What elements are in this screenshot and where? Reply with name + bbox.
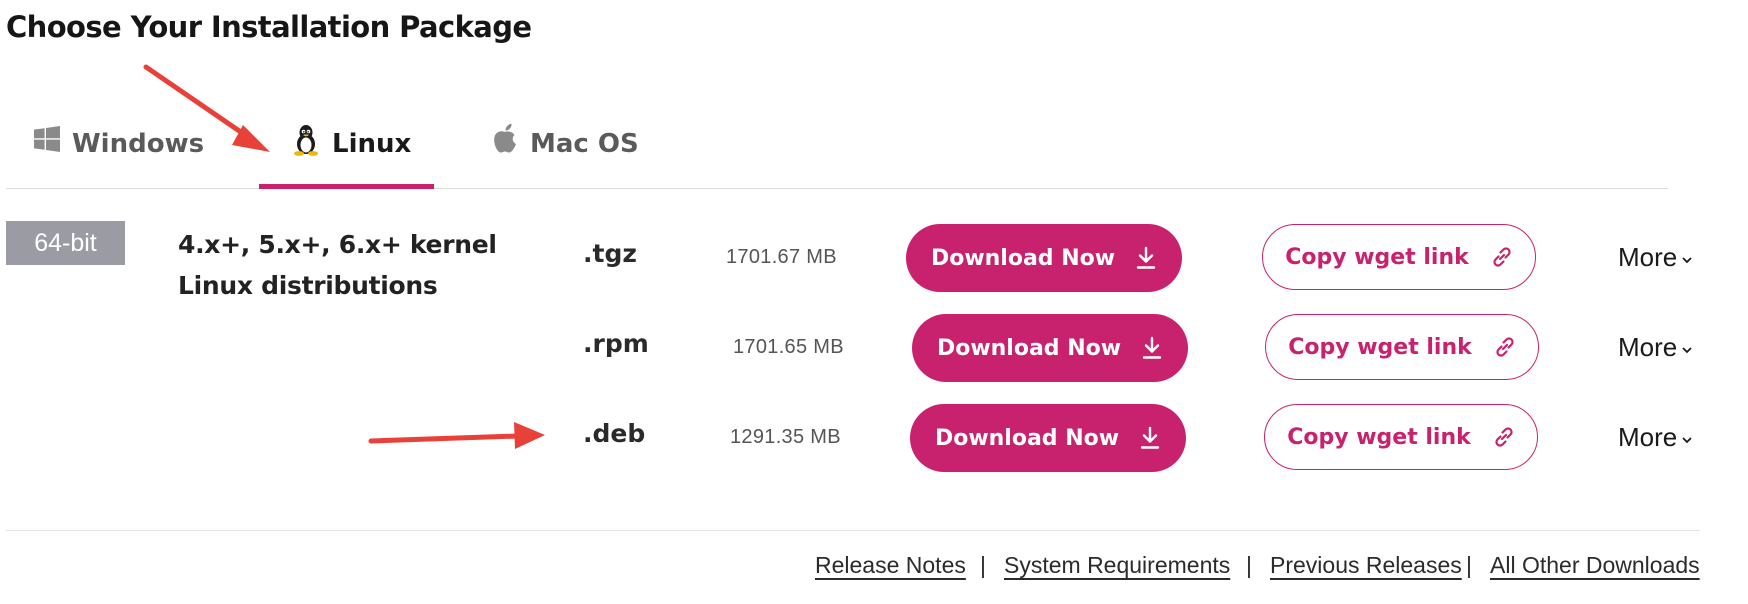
apple-icon xyxy=(492,123,518,160)
tab-label: Windows xyxy=(72,129,205,159)
wget-button-label: Copy wget link xyxy=(1288,334,1472,360)
copy-wget-link-button[interactable]: Copy wget link xyxy=(1262,224,1536,290)
tab-windows[interactable]: Windows xyxy=(34,108,204,188)
more-dropdown[interactable]: More xyxy=(1618,422,1693,453)
release-notes-link[interactable]: Release Notes xyxy=(815,552,966,579)
download-icon xyxy=(1141,336,1163,360)
os-tabs: Windows Linux Mac OS xyxy=(6,108,1668,189)
package-size: 1291.35 MB xyxy=(730,426,841,448)
download-now-button[interactable]: Download Now xyxy=(910,404,1186,472)
package-extension: .rpm xyxy=(583,329,649,358)
linux-icon xyxy=(292,124,320,161)
page-title: Choose Your Installation Package xyxy=(6,10,532,44)
package-row-tgz: .tgz 1701.67 MB Download Now Copy wget l… xyxy=(0,224,1748,294)
more-dropdown[interactable]: More xyxy=(1618,332,1693,363)
system-requirements-link[interactable]: System Requirements xyxy=(1004,552,1230,579)
tab-label: Linux xyxy=(332,129,412,159)
package-row-deb: .deb 1291.35 MB Download Now Copy wget l… xyxy=(0,404,1748,474)
link-icon xyxy=(1493,426,1515,448)
chevron-down-icon xyxy=(1681,256,1693,264)
previous-releases-link[interactable]: Previous Releases xyxy=(1270,552,1462,579)
footer-divider xyxy=(6,530,1700,531)
package-extension: .tgz xyxy=(583,239,637,268)
download-icon xyxy=(1135,246,1157,270)
download-button-label: Download Now xyxy=(934,425,1120,451)
tab-linux[interactable]: Linux xyxy=(259,108,434,189)
download-now-button[interactable]: Download Now xyxy=(906,224,1182,292)
download-icon xyxy=(1139,426,1161,450)
chevron-down-icon xyxy=(1681,346,1693,354)
package-row-rpm: .rpm 1701.65 MB Download Now Copy wget l… xyxy=(0,314,1748,384)
package-extension: .deb xyxy=(583,419,646,448)
package-size: 1701.65 MB xyxy=(733,336,844,358)
all-other-downloads-link[interactable]: All Other Downloads xyxy=(1490,552,1700,579)
footer-separator: | xyxy=(1246,552,1252,578)
download-button-label: Download Now xyxy=(936,335,1122,361)
footer-links: Release Notes | System Requirements | Pr… xyxy=(0,552,1748,582)
wget-button-label: Copy wget link xyxy=(1287,424,1471,450)
copy-wget-link-button[interactable]: Copy wget link xyxy=(1264,404,1538,470)
tab-label: Mac OS xyxy=(530,129,639,159)
link-icon xyxy=(1494,336,1516,358)
wget-button-label: Copy wget link xyxy=(1285,244,1469,270)
chevron-down-icon xyxy=(1681,436,1693,444)
download-now-button[interactable]: Download Now xyxy=(912,314,1188,382)
footer-separator: | xyxy=(1466,552,1472,578)
package-size: 1701.67 MB xyxy=(726,246,837,268)
link-icon xyxy=(1491,246,1513,268)
tab-macos[interactable]: Mac OS xyxy=(492,108,639,188)
more-label: More xyxy=(1618,422,1678,452)
more-dropdown[interactable]: More xyxy=(1618,242,1693,273)
footer-separator: | xyxy=(980,552,986,578)
more-label: More xyxy=(1618,242,1678,272)
windows-icon xyxy=(34,126,60,157)
copy-wget-link-button[interactable]: Copy wget link xyxy=(1265,314,1539,380)
more-label: More xyxy=(1618,332,1678,362)
download-button-label: Download Now xyxy=(930,245,1116,271)
